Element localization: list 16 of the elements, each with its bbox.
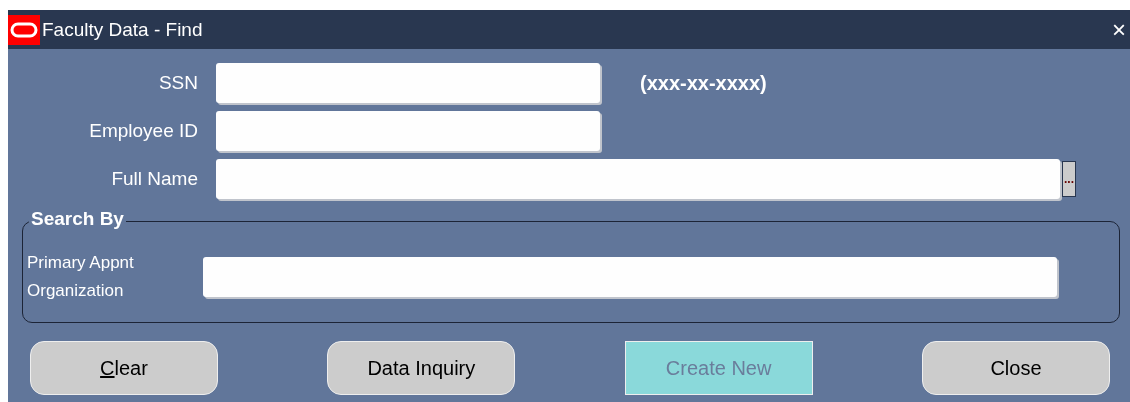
close-icon[interactable]: × [1112, 17, 1126, 42]
action-button[interactable]: Data Inquiry [327, 341, 516, 395]
input-field[interactable] [216, 111, 600, 151]
input-field[interactable] [216, 159, 1060, 199]
field-label: Full Name [110, 168, 199, 190]
input-field[interactable] [203, 257, 1057, 297]
oval-logo-icon [8, 14, 40, 45]
field-label: SSN [157, 72, 199, 94]
input-field[interactable] [216, 63, 600, 103]
field-label: Employee ID [88, 120, 199, 142]
field-label: Primary Appnt Organization [27, 252, 135, 302]
window-title: Faculty Data - Find [42, 18, 204, 41]
list-of-values-button[interactable]: ... [1062, 161, 1076, 197]
format-hint: (xxx-xx-xxxx) [640, 71, 767, 95]
action-button[interactable]: Close [922, 341, 1110, 395]
action-button[interactable]: Clear [30, 341, 218, 395]
